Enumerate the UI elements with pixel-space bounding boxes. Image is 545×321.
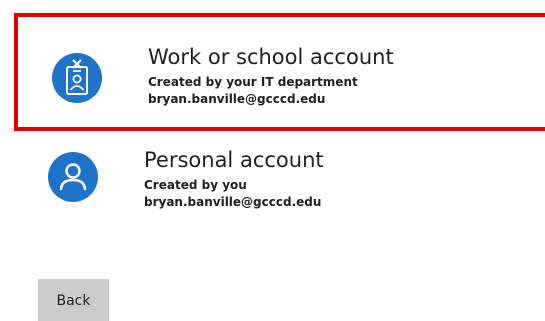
personal-account-info: Personal account Created by you bryan.ba… <box>144 147 324 211</box>
account-picker: Work or school account Created by your I… <box>0 0 545 321</box>
personal-account-option[interactable]: Personal account Created by you bryan.ba… <box>14 135 545 253</box>
work-account-title: Work or school account <box>148 45 394 69</box>
back-button[interactable]: Back <box>38 279 109 321</box>
work-account-avatar <box>52 53 102 103</box>
work-account-created-by: Created by your IT department <box>148 75 358 89</box>
work-account-email: bryan.banville@gcccd.edu <box>148 92 326 106</box>
personal-account-title: Personal account <box>144 148 324 172</box>
personal-account-avatar <box>48 152 98 202</box>
id-badge-icon <box>66 59 88 95</box>
personal-account-email: bryan.banville@gcccd.edu <box>144 195 322 209</box>
personal-account-created-by: Created by you <box>144 178 247 192</box>
work-account-option[interactable]: Work or school account Created by your I… <box>14 13 545 131</box>
person-icon <box>59 163 87 191</box>
work-account-info: Work or school account Created by your I… <box>148 44 394 108</box>
